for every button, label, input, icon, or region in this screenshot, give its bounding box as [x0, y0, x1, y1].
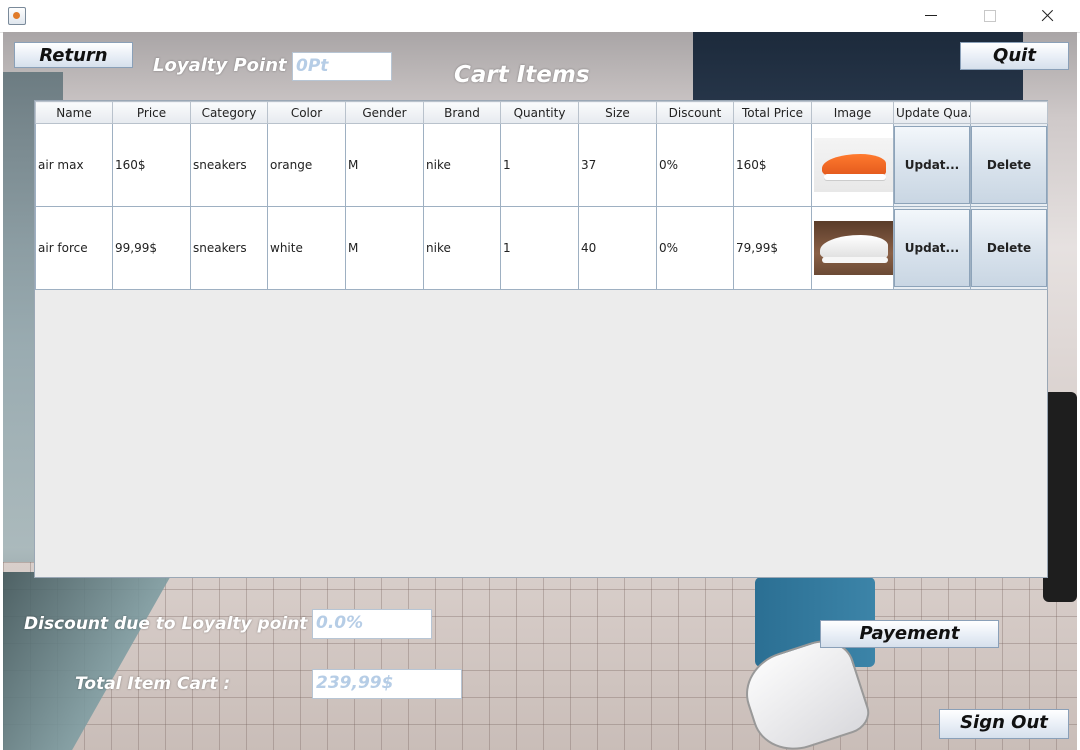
column-header-quantity[interactable]: Quantity [500, 101, 579, 124]
cell-size[interactable]: 40 [578, 206, 657, 290]
column-header-size[interactable]: Size [578, 101, 657, 124]
cart-window-content: Return Loyalty Point : 0Pt Cart Items Qu… [3, 32, 1077, 750]
cell-price[interactable]: 160$ [112, 123, 191, 207]
cell-image [811, 123, 894, 207]
loyalty-point-field[interactable]: 0Pt [292, 52, 392, 81]
orange-sneaker-image [814, 138, 893, 192]
cell-image [811, 206, 894, 290]
cell-category[interactable]: sneakers [190, 206, 268, 290]
cart-table: Name Price Category Color Gender Brand Q… [34, 100, 1048, 578]
cell-name[interactable]: air max [35, 123, 113, 207]
table-row[interactable]: air max 160$ sneakers orange M nike 1 37… [35, 123, 1048, 207]
cell-discount[interactable]: 0% [656, 123, 734, 207]
column-header-gender[interactable]: Gender [345, 101, 424, 124]
loyalty-discount-label: Discount due to Loyalty point : [24, 614, 321, 634]
column-header-delete[interactable] [970, 101, 1048, 124]
close-button[interactable] [1024, 0, 1070, 32]
column-header-image[interactable]: Image [811, 101, 894, 124]
maximize-button[interactable] [966, 0, 1012, 32]
cell-quantity[interactable]: 1 [500, 206, 579, 290]
delete-button[interactable]: Delete [971, 126, 1047, 204]
cell-name[interactable]: air force [35, 206, 113, 290]
update-quantity-button[interactable]: Updat... [894, 209, 970, 287]
total-item-cart-field[interactable]: 239,99$ [312, 669, 462, 699]
cell-color[interactable]: white [267, 206, 346, 290]
cell-discount[interactable]: 0% [656, 206, 734, 290]
column-header-total-price[interactable]: Total Price [733, 101, 812, 124]
cell-brand[interactable]: nike [423, 206, 501, 290]
column-header-update-quantity[interactable]: Update Qua... [893, 101, 971, 124]
table-header: Name Price Category Color Gender Brand Q… [35, 101, 1048, 124]
java-app-icon [8, 7, 26, 25]
update-quantity-button[interactable]: Updat... [894, 126, 970, 204]
title-bar [0, 0, 1080, 33]
loyalty-point-label: Loyalty Point : [153, 55, 301, 76]
cell-brand[interactable]: nike [423, 123, 501, 207]
cell-category[interactable]: sneakers [190, 123, 268, 207]
cell-gender[interactable]: M [345, 123, 424, 207]
page-title: Cart Items [454, 62, 590, 88]
cell-size[interactable]: 37 [578, 123, 657, 207]
sign-out-button[interactable]: Sign Out [939, 709, 1069, 739]
cell-price[interactable]: 99,99$ [112, 206, 191, 290]
cell-total-price[interactable]: 160$ [733, 123, 812, 207]
white-sneaker-image [814, 221, 893, 275]
column-header-color[interactable]: Color [267, 101, 346, 124]
minimize-button[interactable] [908, 0, 954, 32]
payment-button[interactable]: Payement [820, 620, 999, 648]
return-button[interactable]: Return [14, 42, 133, 68]
loyalty-discount-field[interactable]: 0.0% [312, 609, 432, 639]
table-row[interactable]: air force 99,99$ sneakers white M nike 1… [35, 206, 1048, 290]
cell-quantity[interactable]: 1 [500, 123, 579, 207]
column-header-discount[interactable]: Discount [656, 101, 734, 124]
quit-button[interactable]: Quit [960, 42, 1069, 70]
column-header-name[interactable]: Name [35, 101, 113, 124]
column-header-category[interactable]: Category [190, 101, 268, 124]
cell-gender[interactable]: M [345, 206, 424, 290]
column-header-price[interactable]: Price [112, 101, 191, 124]
cell-color[interactable]: orange [267, 123, 346, 207]
delete-button[interactable]: Delete [971, 209, 1047, 287]
total-item-cart-label: Total Item Cart : [75, 674, 231, 694]
column-header-brand[interactable]: Brand [423, 101, 501, 124]
cell-total-price[interactable]: 79,99$ [733, 206, 812, 290]
